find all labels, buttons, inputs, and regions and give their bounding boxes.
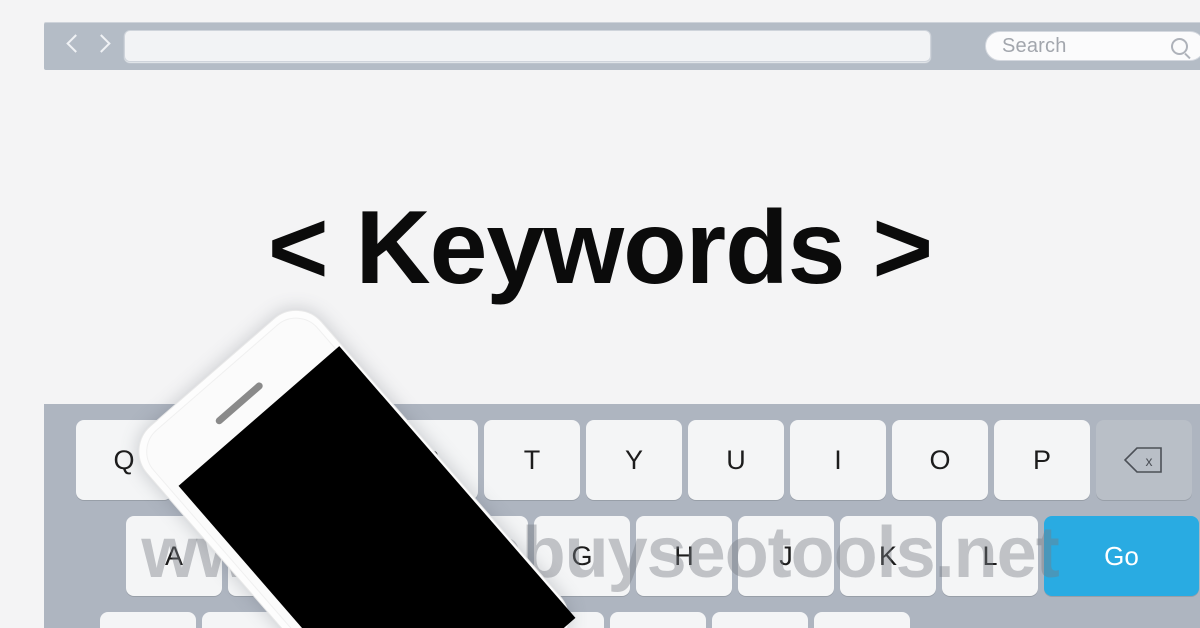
- key-j[interactable]: J: [738, 516, 834, 596]
- key-p[interactable]: P: [994, 420, 1090, 500]
- magnifier-icon: [1171, 37, 1188, 55]
- search-field[interactable]: Search: [985, 31, 1200, 61]
- key-extra[interactable]: [814, 612, 910, 628]
- key-t[interactable]: T: [484, 420, 580, 500]
- backspace-icon: x: [1123, 447, 1165, 473]
- keyboard-row-3: Z X C V B N M: [44, 612, 1200, 628]
- key-go[interactable]: Go: [1044, 516, 1199, 596]
- svg-text:x: x: [1146, 453, 1153, 469]
- key-y[interactable]: Y: [586, 420, 682, 500]
- page-title: < Keywords >: [267, 190, 933, 306]
- key-n[interactable]: N: [610, 612, 706, 628]
- chevron-left-icon[interactable]: [66, 33, 82, 59]
- key-u[interactable]: U: [688, 420, 784, 500]
- key-i[interactable]: I: [790, 420, 886, 500]
- page-canvas: Search < Keywords > Q W E R T Y U I O P …: [0, 0, 1200, 628]
- browser-toolbar: Search: [44, 22, 1200, 70]
- url-input[interactable]: [124, 30, 931, 62]
- navigation-buttons: [66, 33, 110, 59]
- key-l[interactable]: L: [942, 516, 1038, 596]
- search-placeholder-text: Search: [1002, 34, 1067, 57]
- chevron-right-icon[interactable]: [94, 33, 110, 59]
- key-k[interactable]: K: [840, 516, 936, 596]
- key-backspace[interactable]: x: [1096, 420, 1192, 500]
- key-h[interactable]: H: [636, 516, 732, 596]
- key-z[interactable]: Z: [100, 612, 196, 628]
- key-m[interactable]: M: [712, 612, 808, 628]
- key-o[interactable]: O: [892, 420, 988, 500]
